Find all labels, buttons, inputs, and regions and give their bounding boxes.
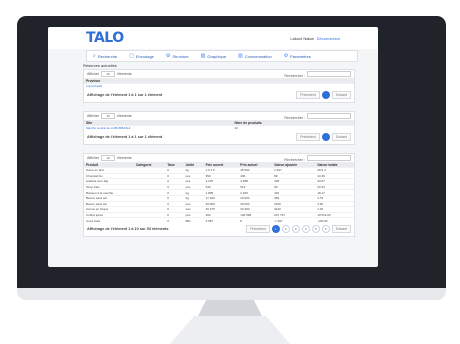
previous-button[interactable]: Précédent (296, 91, 320, 100)
nav-item-label: Recherche (97, 53, 118, 59)
nav-item-label: Graphique (207, 53, 227, 59)
search-input[interactable] (307, 112, 351, 119)
page-number-button[interactable]: 3 (291, 225, 300, 234)
talo-logo[interactable]: TALO (86, 30, 124, 46)
nav-item-graphique[interactable]: ▥ Graphique (195, 51, 232, 61)
main-nav: ⌕ Recherche ▢ Encodage ⚙ Structure ▥ Gra… (86, 50, 358, 62)
bar-chart-icon: ▥ (238, 53, 243, 59)
document-icon: ▢ (129, 53, 134, 59)
table-footer: Affichage de l'élément 1 à 1 sur 1 éléme… (84, 89, 354, 102)
current-page-button[interactable] (321, 91, 330, 100)
table-info: Affichage de l'élément 1 à 10 sur 53 élé… (87, 227, 169, 232)
products-table: Produit Catégorie Taxe Unité Prix ouvert Prix… (84, 162, 354, 223)
entries-label: éléments (117, 156, 132, 160)
screen: TALO Lakoni Natan Déconnexion ⌕ Recherch… (48, 27, 378, 267)
nav-item-label: Consommation (244, 53, 272, 59)
table-info: Affichage de l'élément 1 à 1 sur 1 éléme… (87, 93, 163, 98)
previous-button[interactable]: Précédent (296, 133, 320, 142)
table-controls: Afficher 10 éléments Rechercher : (84, 154, 354, 162)
nav-item-consommation[interactable]: ▥ Consommation (232, 51, 278, 61)
table-body: Sucre en brut 0 kg 1 0 4 5 45 500 1 497 30 5 4… (84, 167, 354, 223)
nav-item-label: Structure (172, 53, 189, 59)
page-size-select[interactable]: 10 (101, 71, 116, 77)
user-name: Lakoni Natan (290, 36, 314, 41)
search-input[interactable] (307, 70, 351, 77)
province-panel: Afficher 10 éléments Rechercher : Province… (83, 69, 355, 103)
nav-item-encodage[interactable]: ▢ Encodage (123, 51, 160, 61)
page-number-button[interactable]: 1 (271, 225, 280, 234)
site-table: Site Nbre de produits Marché central de … (84, 120, 354, 131)
logout-link[interactable]: Déconnexion (317, 36, 340, 41)
show-label: Afficher (87, 72, 100, 76)
next-button[interactable]: Suivant (331, 225, 351, 234)
next-button[interactable]: Suivant (331, 91, 351, 100)
search-label: Rechercher : (284, 73, 305, 78)
current-page-button[interactable] (321, 133, 330, 142)
table-footer: Affichage de l'élément 1 à 1 sur 1 éléme… (84, 131, 354, 144)
monitor-stand-base (170, 316, 290, 344)
entries-label: éléments (117, 114, 132, 118)
table-controls: Afficher 10 éléments Rechercher : (84, 70, 354, 78)
page-number-button[interactable]: 5 (311, 225, 320, 234)
show-label: Afficher (87, 114, 100, 118)
nav-item-structure[interactable]: ⚙ Structure (160, 51, 195, 61)
app-header: TALO Lakoni Natan Déconnexion (48, 27, 378, 49)
nav-item-label: Paramètres (290, 53, 311, 59)
page-size-select[interactable]: 10 (101, 155, 116, 161)
nav-item-parametres[interactable]: ⚙ Paramètres (278, 51, 317, 61)
gear-icon: ⚙ (165, 53, 171, 59)
page-size-select[interactable]: 10 (101, 113, 116, 119)
show-label: Afficher (87, 156, 100, 160)
nav-item-recherche[interactable]: ⌕ Recherche (87, 51, 123, 61)
settings-icon: ⚙ (283, 53, 289, 59)
entries-label: éléments (117, 72, 132, 76)
products-panel: Afficher 10 éléments Rechercher : Produit C… (83, 153, 355, 237)
search-icon: ⌕ (93, 53, 96, 59)
section-title: Réserves actuelles (83, 63, 117, 68)
province-table: Province Lubumbashi (84, 78, 354, 89)
table-controls: Afficher 10 éléments Rechercher : (84, 112, 354, 120)
previous-button[interactable]: Précédent (246, 225, 270, 234)
nav-item-label: Encodage (135, 53, 154, 59)
table-footer: Affichage de l'élément 1 à 10 sur 53 élé… (84, 223, 354, 236)
page-number-button[interactable]: 4 (301, 225, 310, 234)
site-panel: Afficher 10 éléments Rechercher : Site Nbr… (83, 111, 355, 145)
pagination: Précédent Suivant (296, 91, 351, 100)
page-number-button[interactable]: 2 (281, 225, 290, 234)
search-label: Rechercher : (284, 115, 305, 120)
next-button[interactable]: Suivant (331, 133, 351, 142)
monitor-chin (17, 288, 446, 300)
pagination: Précédent Suivant (296, 133, 351, 142)
pagination: Précédent 1 2 3 4 5 6 Suivant (246, 225, 351, 234)
page-number-button[interactable]: 6 (321, 225, 330, 234)
search-input[interactable] (307, 154, 351, 161)
chart-icon: ▥ (200, 53, 206, 59)
table-info: Affichage de l'élément 1 à 1 sur 1 éléme… (87, 135, 163, 140)
search-label: Rechercher : (284, 157, 305, 162)
